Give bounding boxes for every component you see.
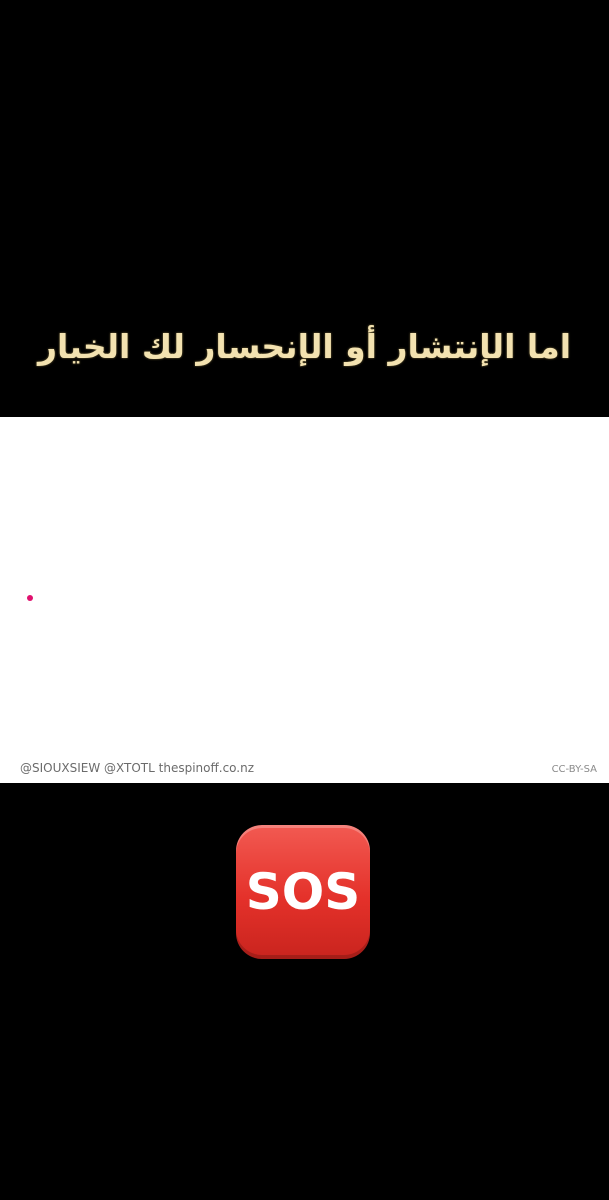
arabic-caption: اما الإنتشار أو الإنحسار لك الخيار bbox=[37, 326, 572, 366]
sos-button-icon: SOS bbox=[236, 825, 370, 959]
sos-label: SOS bbox=[245, 863, 361, 921]
top-black-panel: اما الإنتشار أو الإنحسار لك الخيار bbox=[0, 0, 609, 417]
infographic-frame: @SIOUXSIEW @XTOTL thespinoff.co.nz CC-BY… bbox=[0, 417, 609, 783]
bottom-black-panel: SOS bbox=[0, 783, 609, 1200]
credit-text: @SIOUXSIEW @XTOTL thespinoff.co.nz bbox=[20, 761, 255, 775]
pink-dot-marker bbox=[27, 595, 33, 601]
license-text: CC-BY-SA bbox=[551, 764, 597, 775]
